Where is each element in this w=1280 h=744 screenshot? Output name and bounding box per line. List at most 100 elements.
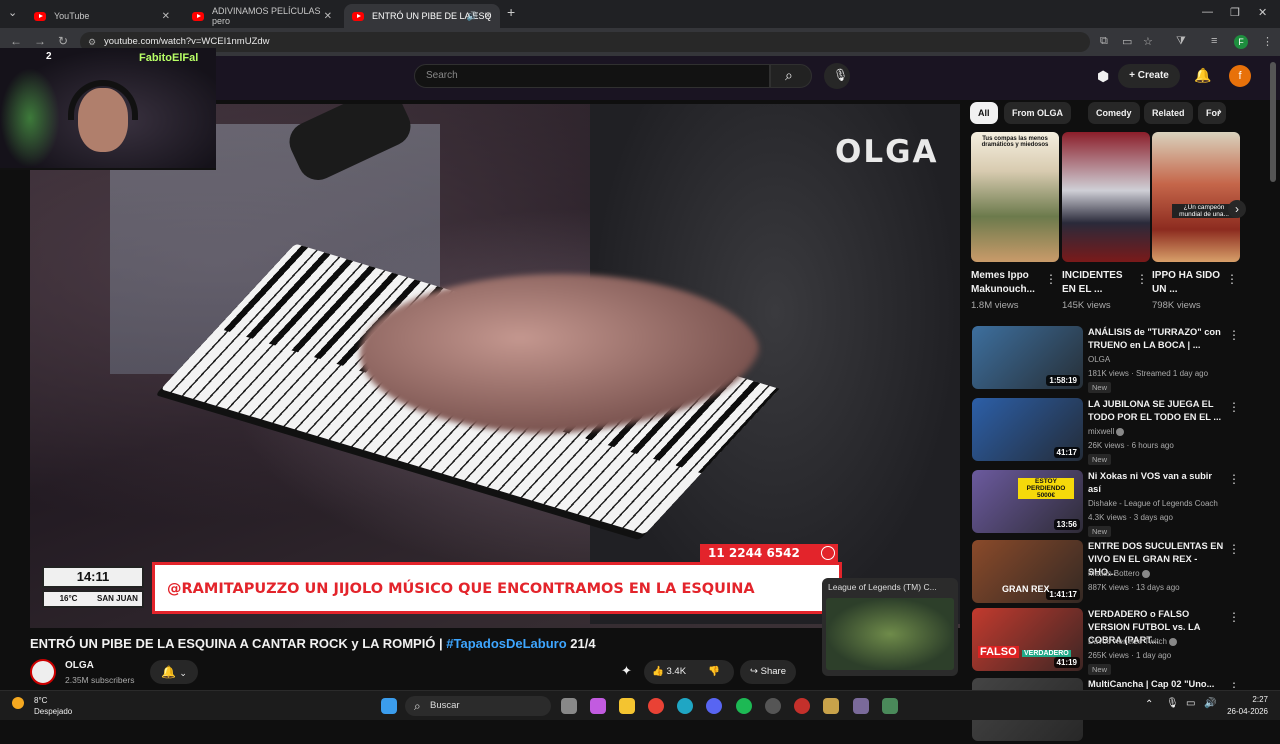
subscription-bell-button[interactable]: 🔔 ⌄ (150, 660, 198, 684)
app-icon[interactable] (765, 698, 781, 714)
translate-icon[interactable]: ⧉ (1100, 35, 1108, 48)
chevron-right-icon[interactable]: › (1218, 106, 1222, 118)
more-options-icon[interactable]: ⋮ (1136, 272, 1148, 286)
discord-icon[interactable] (706, 698, 722, 714)
recommended-video[interactable]: 1:41:17 GRAN REX ENTRE DOS SUCULENTAS EN V… (972, 540, 1252, 606)
chip-related[interactable]: Related (1144, 102, 1193, 124)
chip-comedy[interactable]: Comedy (1088, 102, 1140, 124)
video-duration: 13:56 (1053, 519, 1080, 530)
forward-icon[interactable]: → (34, 34, 46, 48)
search-icon: ⌕ (785, 67, 793, 83)
short-item[interactable]: ¿Un campeón mundial de una... IPPO HA SI… (1152, 132, 1240, 311)
verified-icon (1116, 427, 1125, 436)
recommended-video[interactable]: 41:17 LA JUBILONA SE JUEGA EL TODO POR EL… (972, 398, 1252, 465)
new-badge: New (1088, 454, 1112, 465)
whatsapp-icon (821, 546, 835, 560)
browser-tab-adivinamos[interactable]: ADIVINAMOS PELÍCULAS pero ✕ (184, 4, 340, 28)
notifications-bell-icon[interactable]: 🔔 (1194, 67, 1211, 84)
more-options-icon[interactable]: ⋮ (1228, 400, 1240, 414)
maximize-icon[interactable]: ❐ (1230, 6, 1240, 19)
phone-banner: 11 2244 6542 (700, 544, 838, 562)
browser-tab-bar: ⌄ YouTube ✕ ADIVINAMOS PELÍCULAS pero ✕ … (0, 0, 1280, 28)
more-options-icon[interactable]: ⋮ (1228, 472, 1240, 486)
plus-icon: + (1129, 70, 1138, 81)
windows-start-icon[interactable] (381, 698, 397, 714)
chrome-icon[interactable] (648, 698, 664, 714)
video-title-hashtag[interactable]: #TapadosDeLaburo (446, 636, 566, 651)
channel-name: Dishake - League of Legends Coach (1088, 499, 1218, 508)
short-item[interactable]: INCIDENTES EN EL ... 145K views ⋮ (1062, 132, 1150, 311)
share-button[interactable]: ↪ Share (740, 660, 796, 684)
audio-playing-icon[interactable]: 🔊 (467, 11, 478, 22)
browser-menu-icon[interactable]: ⋮ (1262, 35, 1273, 48)
recommended-video[interactable]: 13:56 ESTOY PERDIENDO 5000€ Ni Xokas ni VO… (972, 470, 1252, 537)
more-options-icon[interactable]: ⋮ (1228, 328, 1240, 342)
page-scrollbar[interactable] (1270, 62, 1276, 182)
network-icon[interactable]: ▭ (1186, 698, 1195, 709)
league-game-icon[interactable] (882, 698, 898, 714)
cast-icon[interactable]: ▭ (1122, 35, 1132, 48)
webcam-overlay (0, 48, 216, 170)
chip-all[interactable]: All (970, 102, 998, 124)
close-tab-icon[interactable]: ✕ (484, 11, 492, 22)
chip-from-olga[interactable]: From OLGA (1004, 102, 1071, 124)
minimize-icon[interactable]: — (1202, 6, 1213, 18)
tray-chevron-icon[interactable]: ⌃ (1145, 699, 1153, 710)
reload-icon[interactable]: ↻ (58, 34, 68, 48)
edge-icon[interactable] (677, 698, 693, 714)
more-options-icon[interactable]: ⋮ (1226, 272, 1238, 286)
close-tab-icon[interactable]: ✕ (162, 11, 170, 22)
url-field[interactable]: youtube.com/watch?v=WCEI1nmUZdw (80, 32, 1090, 52)
dislike-button[interactable]: 👎 (708, 660, 720, 684)
microphone-icon: 🎙 (833, 68, 849, 82)
back-icon[interactable]: ← (10, 34, 22, 48)
voice-search-button[interactable]: 🎙 (824, 63, 850, 89)
video-meta: 887K views · 13 days ago (1088, 583, 1180, 592)
close-tab-icon[interactable]: ✕ (324, 11, 332, 22)
obs-icon[interactable] (794, 698, 810, 714)
new-tab-icon[interactable]: + (507, 4, 515, 20)
close-window-icon[interactable]: ✕ (1258, 6, 1267, 19)
microphone-tray-icon[interactable]: 🎙 (1166, 698, 1179, 709)
cast-icon[interactable]: ⬢ (1097, 68, 1109, 85)
search-input[interactable]: Search (414, 64, 770, 88)
short-item[interactable]: Tus compas las menos dramáticos y miedos… (971, 132, 1059, 311)
more-options-icon[interactable]: ⋮ (1228, 542, 1240, 556)
ai-sparkle-icon[interactable]: ✦ (621, 663, 632, 679)
copilot-icon[interactable] (590, 698, 606, 714)
task-view-icon[interactable] (561, 698, 577, 714)
create-button[interactable]: + Create (1118, 64, 1180, 88)
league-client-icon[interactable] (823, 698, 839, 714)
like-button[interactable]: 👍 3.4K (652, 660, 686, 684)
webcam-plant (0, 68, 60, 168)
search-button[interactable]: ⌕ (770, 64, 812, 88)
reading-list-icon[interactable]: ≡ (1211, 35, 1217, 47)
share-icon: ↪ (750, 666, 758, 677)
shorts-next-icon[interactable]: › (1228, 200, 1246, 218)
more-options-icon[interactable]: ⋮ (1045, 272, 1057, 286)
taskbar-clock[interactable]: 2:27 26-04-2026 (1222, 694, 1268, 718)
channel-avatar[interactable] (30, 659, 56, 685)
tab-title: YouTube (54, 11, 90, 21)
window-preview-popup[interactable]: League of Legends (TM) C... (822, 578, 958, 676)
volume-icon[interactable]: 🔊 (1204, 698, 1216, 709)
recommended-video[interactable]: 1:58:19 ANÁLISIS de "TURRAZO" con TRUENO … (972, 326, 1252, 393)
channel-name[interactable]: OLGA (65, 660, 94, 671)
taskbar-search[interactable]: Buscar (405, 696, 551, 716)
bookmark-star-icon[interactable]: ☆ (1143, 35, 1153, 48)
headset-icon (68, 80, 138, 120)
tab-search-icon[interactable]: ⌄ (8, 6, 17, 19)
browser-profile-avatar[interactable]: F (1234, 35, 1248, 49)
taskbar-weather[interactable]: 8°C Despejado (12, 695, 72, 717)
browser-tab-youtube[interactable]: YouTube ✕ (26, 4, 178, 28)
video-player[interactable]: OLGA 11 2244 6542 14:11 16°C SAN JUAN @R… (30, 104, 960, 628)
account-avatar[interactable]: f (1229, 65, 1251, 87)
spotify-icon[interactable] (736, 698, 752, 714)
more-options-icon[interactable]: ⋮ (1228, 610, 1240, 624)
thumbnail-text: ESTOY PERDIENDO 5000€ (1018, 478, 1074, 499)
browser-tab-active[interactable]: ENTRÓ UN PIBE DE LA ESQ 🔊 ✕ (344, 4, 500, 28)
file-explorer-icon[interactable] (619, 698, 635, 714)
recommended-video[interactable]: 41:19 FALSO VERDADERO VERDADERO o FALSO VER… (972, 608, 1252, 675)
extensions-icon[interactable]: ⧩ (1176, 35, 1186, 48)
riot-icon[interactable] (853, 698, 869, 714)
